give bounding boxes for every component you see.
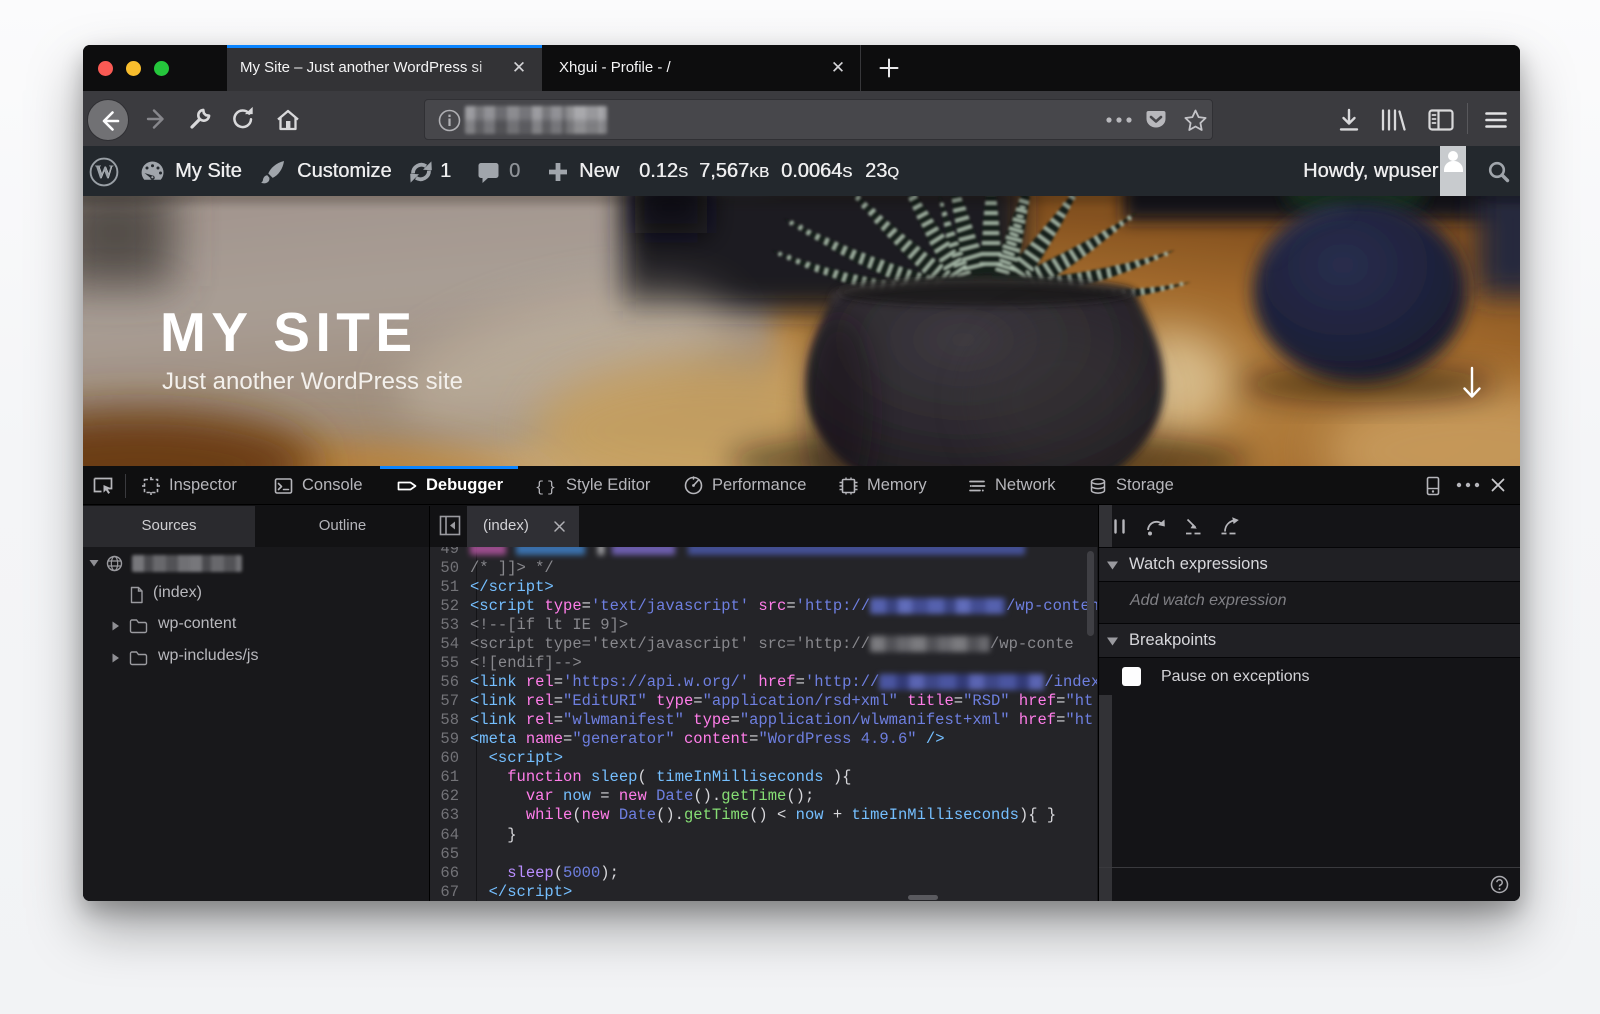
svg-text:W: W bbox=[95, 163, 114, 183]
svg-text:{ }: { } bbox=[535, 479, 556, 496]
